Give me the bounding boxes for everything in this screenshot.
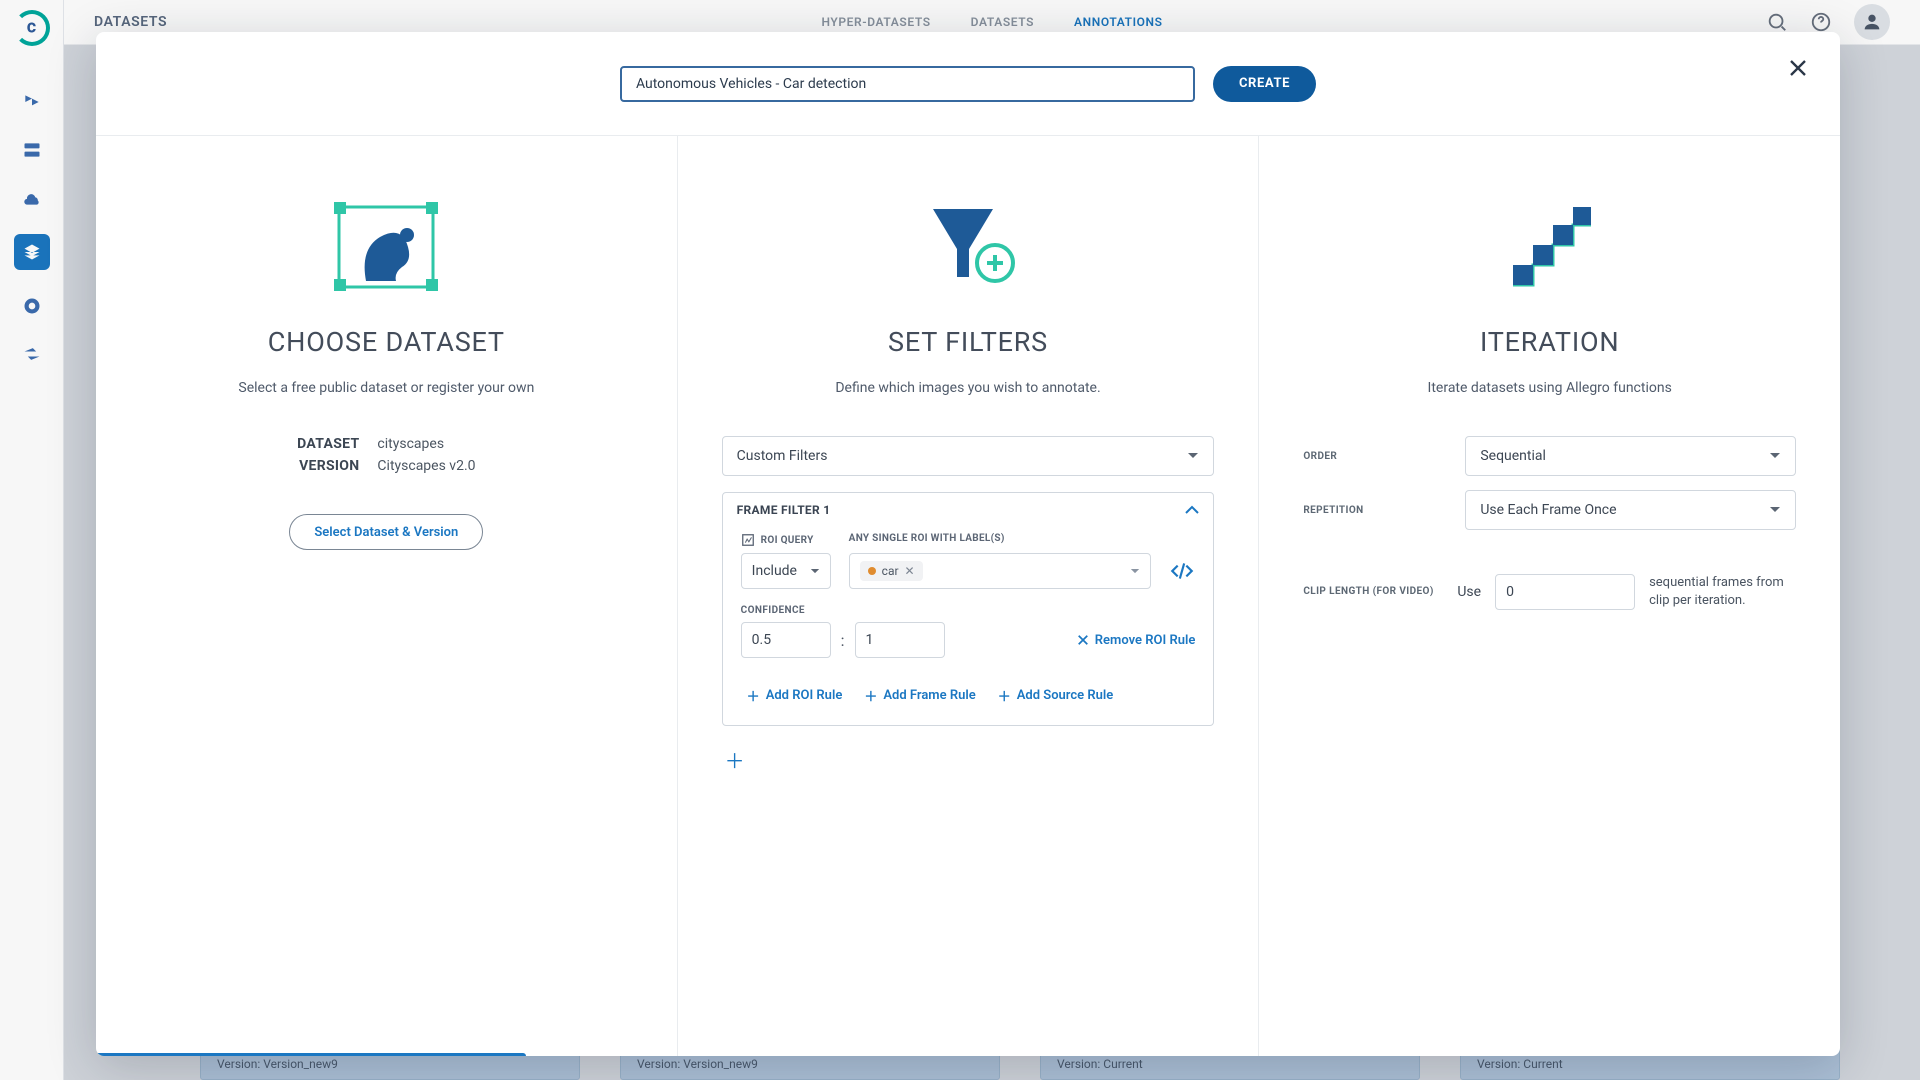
panel-subtitle: Iterate datasets using Allegro functions xyxy=(1428,380,1672,396)
chevron-up-icon xyxy=(1185,505,1199,515)
close-icon xyxy=(1077,634,1089,646)
modal-accent-bar xyxy=(96,1053,526,1056)
filter-mode-select[interactable]: Custom Filters xyxy=(722,436,1215,476)
label-clip-length: CLIP LENGTH (FOR VIDEO) xyxy=(1303,585,1443,599)
panel-title: ITERATION xyxy=(1480,326,1619,358)
code-toggle-icon[interactable] xyxy=(1169,558,1195,584)
panel-subtitle: Select a free public dataset or register… xyxy=(238,380,534,396)
confidence-min-input[interactable] xyxy=(741,622,831,658)
caret-down-icon xyxy=(1130,568,1140,575)
select-dataset-button[interactable]: Select Dataset & Version xyxy=(289,514,483,550)
iteration-illustration-icon xyxy=(1495,196,1605,296)
label-use: Use xyxy=(1457,584,1481,600)
clip-length-input[interactable] xyxy=(1495,574,1635,610)
set-filters-panel: SET FILTERS Define which images you wish… xyxy=(678,136,1260,1056)
label-repetition: REPETITION xyxy=(1303,505,1443,516)
create-button[interactable]: CREATE xyxy=(1213,66,1316,102)
order-select[interactable]: Sequential xyxy=(1465,436,1796,476)
caret-down-icon xyxy=(1187,452,1199,460)
filter-group-title: FRAME FILTER 1 xyxy=(737,503,831,517)
label-version: VERSION xyxy=(297,458,359,474)
close-icon[interactable] xyxy=(1784,54,1812,82)
caret-down-icon xyxy=(1769,506,1781,514)
add-roi-rule-button[interactable]: ＋ Add ROI Rule xyxy=(747,686,843,705)
select-value: Use Each Frame Once xyxy=(1480,502,1616,518)
panel-title: SET FILTERS xyxy=(888,326,1048,358)
add-frame-rule-button[interactable]: ＋ Add Frame Rule xyxy=(864,686,975,705)
repetition-select[interactable]: Use Each Frame Once xyxy=(1465,490,1796,530)
select-value: Include xyxy=(752,563,797,579)
tag-color-icon xyxy=(868,567,876,575)
value-dataset: cityscapes xyxy=(377,436,475,452)
dataset-illustration-icon xyxy=(331,196,441,296)
frame-filter-group: FRAME FILTER 1 ROI QUERY ANY SINGLE ROI … xyxy=(722,492,1215,726)
panel-title: CHOOSE DATASET xyxy=(268,326,505,358)
filter-group-header[interactable]: FRAME FILTER 1 xyxy=(723,493,1214,527)
modal-header: CREATE xyxy=(96,32,1840,136)
choose-dataset-panel: CHOOSE DATASET Select a free public data… xyxy=(96,136,678,1056)
caret-down-icon xyxy=(810,568,820,575)
label-confidence: CONFIDENCE xyxy=(741,605,1196,616)
filters-illustration-icon xyxy=(913,196,1023,296)
add-source-rule-button[interactable]: ＋ Add Source Rule xyxy=(998,686,1114,705)
label-roi-query: ROI QUERY xyxy=(761,535,814,546)
iteration-panel: ITERATION Iterate datasets using Allegro… xyxy=(1259,136,1840,1056)
panel-subtitle: Define which images you wish to annotate… xyxy=(835,380,1100,396)
confidence-max-input[interactable] xyxy=(855,622,945,658)
label-dataset: DATASET xyxy=(297,436,359,452)
remove-tag-icon[interactable]: ✕ xyxy=(905,564,915,578)
dataset-info: DATASET cityscapes VERSION Cityscapes v2… xyxy=(297,436,475,474)
create-annotation-modal: CREATE CHOOSE DATASET Select a free publ… xyxy=(96,32,1840,1056)
tag-text: car xyxy=(882,564,899,578)
range-separator: : xyxy=(841,631,845,650)
label-tag: car ✕ xyxy=(860,561,923,581)
label-order: ORDER xyxy=(1303,451,1443,462)
add-filter-group-button[interactable]: ＋ xyxy=(722,746,748,772)
label-any-roi: ANY SINGLE ROI WITH LABEL(S) xyxy=(849,533,1196,547)
clip-suffix: sequential frames from clip per iteratio… xyxy=(1649,574,1796,610)
bbox-icon xyxy=(741,533,755,547)
caret-down-icon xyxy=(1769,452,1781,460)
labels-select[interactable]: car ✕ xyxy=(849,553,1152,589)
include-select[interactable]: Include xyxy=(741,553,831,589)
select-value: Custom Filters xyxy=(737,448,828,464)
select-value: Sequential xyxy=(1480,448,1546,464)
remove-roi-rule-button[interactable]: Remove ROI Rule xyxy=(1077,633,1196,648)
annotation-name-input[interactable] xyxy=(620,66,1195,102)
value-version: Cityscapes v2.0 xyxy=(377,458,475,474)
